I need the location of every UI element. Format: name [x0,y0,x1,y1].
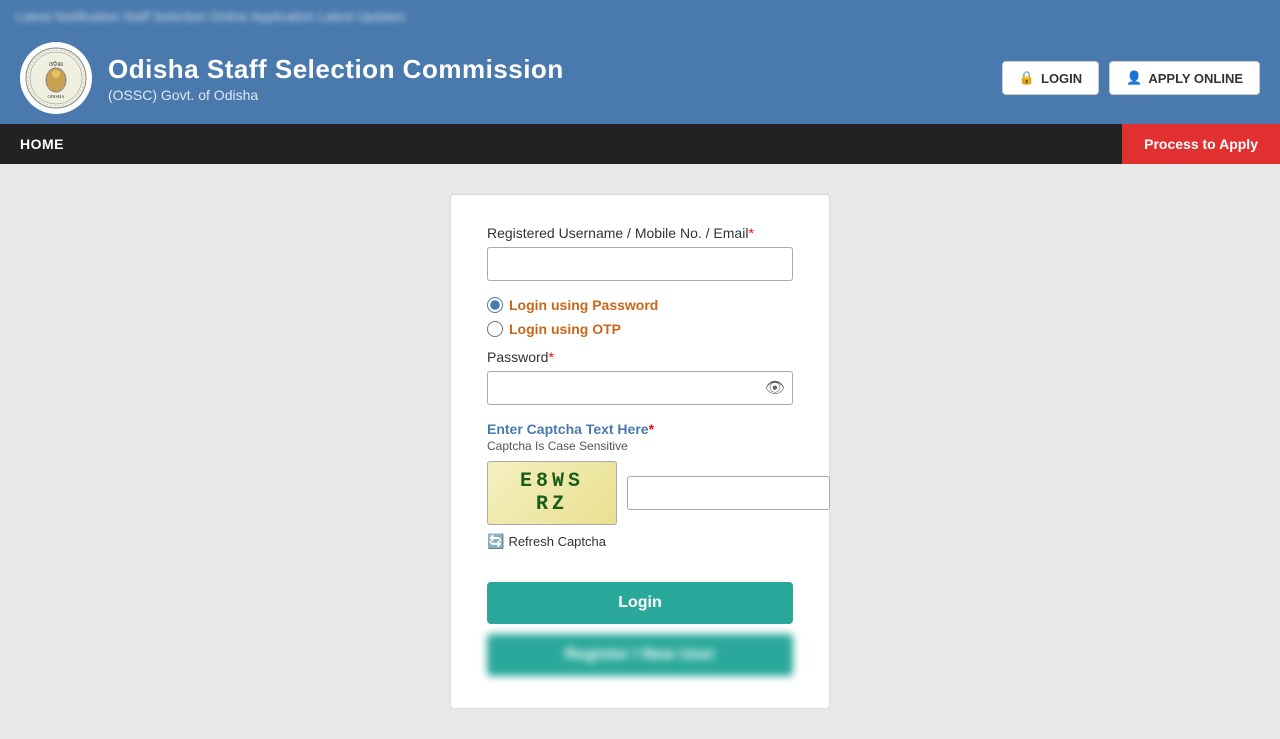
nav-bar: HOME Process to Apply [0,124,1280,164]
header-buttons: 🔒 LOGIN 👤 APPLY ONLINE [1002,61,1260,95]
captcha-image: E8WS RZ [487,461,617,525]
password-group: Password* 👁 [487,349,793,405]
ticker-bar: Latest Notification Staff Selection Onli… [0,0,1280,32]
username-label: Registered Username / Mobile No. / Email… [487,225,793,241]
toggle-password-icon[interactable]: 👁 [765,378,785,398]
username-input[interactable] [487,247,793,281]
radio-otp-input[interactable] [487,321,503,337]
captcha-sensitive-note: Captcha Is Case Sensitive [487,439,793,453]
main-content: Registered Username / Mobile No. / Email… [0,164,1280,739]
logo-svg: ଓଡ଼ିଶା ODISHA [24,46,88,110]
register-button[interactable]: Register / New User [487,634,793,676]
login-card: Registered Username / Mobile No. / Email… [450,194,830,709]
svg-text:ODISHA: ODISHA [47,94,65,99]
captcha-input[interactable] [627,476,830,510]
refresh-icon: 🔄 [487,533,504,550]
captcha-label: Enter Captcha Text Here* [487,421,793,437]
login-header-button[interactable]: 🔒 LOGIN [1002,61,1099,95]
captcha-required-star: * [649,421,654,437]
username-group: Registered Username / Mobile No. / Email… [487,225,793,281]
password-label: Password* [487,349,793,365]
org-logo: ଓଡ଼ିଶା ODISHA [20,42,92,114]
captcha-group: Enter Captcha Text Here* Captcha Is Case… [487,421,793,550]
site-header: ଓଡ଼ିଶା ODISHA Odisha Staff Selection Com… [0,32,1280,124]
org-sub: (OSSC) Govt. of Odisha [108,87,564,103]
lock-icon: 🔒 [1019,70,1035,86]
apply-online-header-button[interactable]: 👤 APPLY ONLINE [1109,61,1260,95]
user-plus-icon: 👤 [1126,70,1142,86]
header-title-block: Odisha Staff Selection Commission (OSSC)… [108,54,564,103]
svg-text:ଓଡ଼ିଶା: ଓଡ଼ିଶା [49,61,64,68]
process-to-apply-button[interactable]: Process to Apply [1122,124,1280,164]
radio-password-input[interactable] [487,297,503,313]
home-nav-item[interactable]: HOME [0,124,84,164]
captcha-row: E8WS RZ [487,461,793,525]
login-submit-button[interactable]: Login [487,582,793,624]
radio-otp-label: Login using OTP [509,321,621,337]
ticker-text: Latest Notification Staff Selection Onli… [16,9,405,24]
header-left: ଓଡ଼ିଶା ODISHA Odisha Staff Selection Com… [20,42,564,114]
password-required-star: * [548,349,553,365]
radio-password-label: Login using Password [509,297,658,313]
username-required-star: * [748,225,753,241]
password-wrapper: 👁 [487,371,793,405]
refresh-captcha-button[interactable]: 🔄 Refresh Captcha [487,533,793,550]
radio-otp-option[interactable]: Login using OTP [487,321,793,337]
org-name: Odisha Staff Selection Commission [108,54,564,85]
login-method-radio-group: Login using Password Login using OTP [487,297,793,337]
password-input[interactable] [487,371,793,405]
radio-password-option[interactable]: Login using Password [487,297,793,313]
